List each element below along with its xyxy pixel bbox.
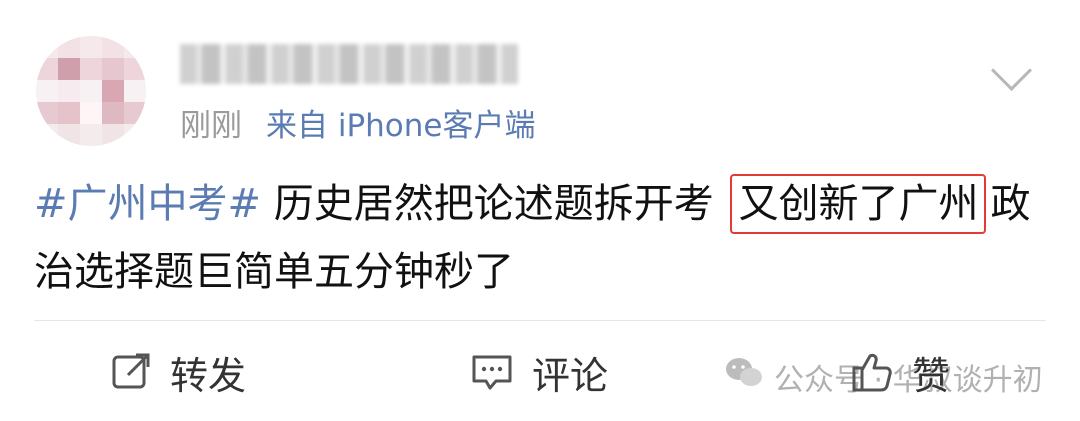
thumbs-up-icon — [850, 350, 894, 394]
repost-button[interactable]: 转发 — [110, 344, 246, 400]
share-icon — [110, 351, 152, 393]
post-meta: 刚刚 来自 iPhone客户端 — [180, 104, 536, 148]
like-label: 赞 — [912, 353, 951, 398]
repost-label: 转发 — [170, 353, 247, 398]
comment-label: 评论 — [532, 353, 609, 398]
highlighted-text: 又创新了广州 — [730, 174, 987, 234]
comment-button[interactable]: 评论 — [470, 344, 608, 400]
divider — [34, 320, 1046, 321]
post-content: #广州中考# 历史居然把论述题拆开考 又创新了广州 政治选择题巨简单五分钟秒了 — [34, 170, 1054, 306]
post-text-part1: 历史居然把论述题拆开考 — [273, 181, 714, 227]
avatar[interactable] — [36, 36, 146, 146]
username-redacted[interactable] — [180, 44, 518, 84]
like-button[interactable]: 赞 — [850, 344, 950, 400]
hashtag-link[interactable]: #广州中考# — [34, 181, 261, 227]
wechat-icon — [724, 355, 764, 399]
post-time: 刚刚 — [180, 108, 242, 144]
chevron-down-icon[interactable] — [990, 49, 1033, 92]
post-source: 来自 iPhone客户端 — [266, 108, 536, 144]
weibo-post-card: 刚刚 来自 iPhone客户端 #广州中考# 历史居然把论述题拆开考 又创新了广州… — [0, 0, 1080, 421]
comment-icon — [470, 351, 514, 393]
